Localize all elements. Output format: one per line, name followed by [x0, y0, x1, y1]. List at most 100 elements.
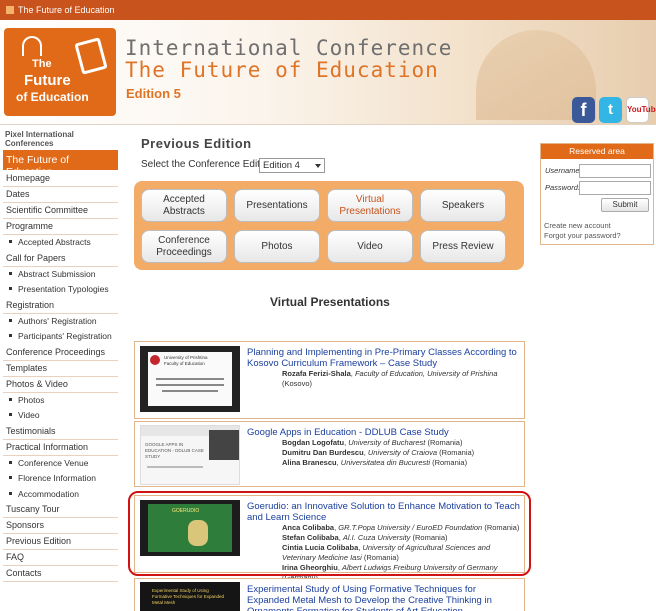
forgot-password-link[interactable]: Forgot your password? — [544, 231, 621, 240]
tablet-icon — [74, 37, 108, 75]
password-input[interactable] — [579, 181, 651, 195]
photos-button[interactable]: Photos — [234, 230, 320, 263]
youtube-icon[interactable]: YouTube — [626, 97, 656, 123]
username-input[interactable] — [579, 164, 651, 178]
conference-title-line2: The Future of Education — [125, 58, 439, 82]
entry-body: Planning and Implementing in Pre-Primary… — [247, 347, 520, 389]
presentation-entry: University of Prishtina Faculty of Educa… — [134, 341, 525, 419]
edition-select[interactable]: Edition 4 — [259, 158, 325, 173]
bullet-icon — [9, 413, 12, 416]
submit-button[interactable]: Submit — [601, 198, 649, 212]
sidebar-item-label: Practical Information — [6, 441, 89, 452]
thumb-text: Faculty of Education — [164, 361, 205, 366]
sidebar-item-contacts[interactable]: Contacts — [3, 566, 118, 582]
sidebar-item-sponsors[interactable]: Sponsors — [3, 518, 118, 534]
sidebar-item-label: Tuscany Tour — [6, 504, 60, 514]
sidebar-item-label: Accepted Abstracts — [18, 237, 91, 247]
video-thumbnail[interactable]: GOOGLE APPS IN EDUCATION - DDLUB CASE ST… — [140, 425, 240, 485]
sidebar-header: Pixel International Conferences — [5, 130, 74, 148]
presentation-title-link[interactable]: Planning and Implementing in Pre-Primary… — [247, 347, 520, 369]
facebook-icon[interactable]: f — [572, 97, 595, 123]
twitter-icon[interactable]: t — [599, 97, 622, 123]
bullet-icon — [9, 287, 12, 290]
sidebar-item-video[interactable]: Video — [3, 408, 118, 424]
sidebar-item-testimonials[interactable]: Testimonials — [3, 424, 118, 440]
bullet-icon — [9, 271, 12, 275]
sidebar-item-label: Previous Edition — [6, 536, 72, 546]
sidebar-item-active[interactable]: The Future of Education — [3, 150, 118, 178]
conference-proceedings-button[interactable]: Conference Proceedings — [141, 230, 227, 263]
sidebar-item-label: Presentation Typologies — [18, 284, 109, 294]
sidebar-item-scientific-committee[interactable]: Scientific Committee — [3, 203, 118, 219]
edition-button-panel: Accepted Abstracts Presentations Virtual… — [134, 181, 524, 270]
edition-select-label: Select the Conference Edition — [141, 159, 274, 170]
author-line: Alina Branescu, Universitatea din Bucure… — [282, 458, 468, 467]
sidebar-item-label: Programme — [6, 221, 54, 231]
sidebar-item-abstract-submission[interactable]: Abstract Submission — [3, 267, 118, 283]
sidebar-item-faq[interactable]: FAQ — [3, 550, 118, 566]
sidebar-item-label: Florence Information — [18, 473, 96, 483]
sidebar-item-conference-proceedings[interactable]: Conference Proceedings — [3, 345, 118, 361]
sidebar-item-presentation-typologies[interactable]: Presentation Typologies — [3, 282, 118, 298]
conference-title-line1: International Conference — [125, 36, 453, 60]
logo-text-2: Future — [24, 72, 71, 89]
author-line: Bogdan Logofatu, University of Bucharest… — [282, 438, 463, 447]
sidebar-item-label: Contacts — [6, 568, 42, 578]
sidebar-item-label: Sponsors — [6, 520, 45, 530]
sidebar-item-accepted-abstracts[interactable]: Accepted Abstracts — [3, 235, 118, 251]
speakers-button[interactable]: Speakers — [420, 189, 506, 222]
sidebar-item-label: Conference Venue — [18, 457, 89, 468]
video-button[interactable]: Video — [327, 230, 413, 263]
presentations-button[interactable]: Presentations — [234, 189, 320, 222]
sidebar-item-label: Testimonials — [6, 425, 56, 436]
sidebar-item-homepage[interactable]: Homepage — [3, 171, 118, 187]
sidebar-item-photos[interactable]: Photos — [3, 393, 118, 409]
thumb-text: University of Prishtina — [164, 355, 208, 360]
entry-body: Experimental Study of Using Formative Te… — [247, 584, 520, 611]
press-review-button[interactable]: Press Review — [420, 230, 506, 263]
sidebar-list: Homepage Dates Scientific Committee Program… — [3, 171, 118, 582]
author-line: Rozafa Ferizi-Shala, Faculty of Educatio… — [282, 369, 498, 388]
sidebar-item-programme[interactable]: Programme — [3, 219, 118, 235]
logo-text-1: The — [32, 58, 52, 70]
highlight-box — [128, 491, 531, 576]
video-thumbnail[interactable]: Experimental Study of Using Formative Te… — [140, 582, 240, 611]
bullet-icon — [9, 397, 12, 401]
presentation-title-link[interactable]: Google Apps in Education - DDLUB Case St… — [247, 427, 520, 438]
conference-logo[interactable]: The Future of Education — [4, 28, 116, 116]
sidebar-item-call-for-papers[interactable]: Call for Papers — [3, 251, 118, 267]
sidebar-item-templates[interactable]: Templates — [3, 361, 118, 377]
presentation-entry: Experimental Study of Using Formative Te… — [134, 578, 525, 611]
bullet-icon — [9, 491, 12, 495]
top-bar: The Future of Education — [0, 0, 656, 20]
sidebar-item-florence-information[interactable]: Florence Information — [3, 471, 118, 487]
sidebar-item-accommodation[interactable]: Accommodation — [3, 487, 118, 503]
author-line: Dumitru Dan Burdescu, University of Crai… — [282, 448, 475, 457]
presentation-title-link[interactable]: Experimental Study of Using Formative Te… — [247, 584, 520, 611]
sidebar-item-previous-edition[interactable]: Previous Edition — [3, 534, 118, 550]
accepted-abstracts-button[interactable]: Accepted Abstracts — [141, 189, 227, 222]
sidebar-item-photos-video[interactable]: Photos & Video — [3, 377, 118, 393]
sidebar-item-label: Homepage — [6, 173, 51, 183]
virtual-presentations-button[interactable]: Virtual Presentations — [327, 189, 413, 222]
sidebar-item-dates[interactable]: Dates — [3, 187, 118, 203]
bullet-icon — [9, 334, 12, 337]
sidebar-item-participants-registration[interactable]: Participants' Registration — [3, 329, 118, 345]
sidebar-item-label: Registration — [6, 299, 55, 310]
thumb-text: Experimental Study of Using Formative Te… — [152, 588, 224, 605]
sidebar-item-practical-information[interactable]: Practical Information — [3, 440, 118, 456]
thumb-text: GOOGLE APPS IN EDUCATION - DDLUB CASE ST… — [145, 442, 204, 459]
logo-text-3: of Education — [16, 90, 89, 104]
video-thumbnail[interactable]: University of Prishtina Faculty of Educa… — [140, 346, 240, 412]
dome-icon — [22, 36, 42, 56]
sidebar-item-registration[interactable]: Registration — [3, 298, 118, 314]
sidebar-item-tuscany-tour[interactable]: Tuscany Tour — [3, 502, 118, 518]
bullet-icon — [9, 476, 12, 479]
sidebar-item-authors-registration[interactable]: Authors' Registration — [3, 314, 118, 330]
sidebar-item-label: Authors' Registration — [18, 315, 97, 326]
top-bar-label[interactable]: The Future of Education — [18, 5, 115, 15]
sidebar-item-conference-venue[interactable]: Conference Venue — [3, 456, 118, 472]
page-title: Previous Edition — [141, 136, 252, 151]
sidebar-item-label: Video — [18, 410, 40, 420]
create-account-link[interactable]: Create new account — [544, 221, 611, 230]
